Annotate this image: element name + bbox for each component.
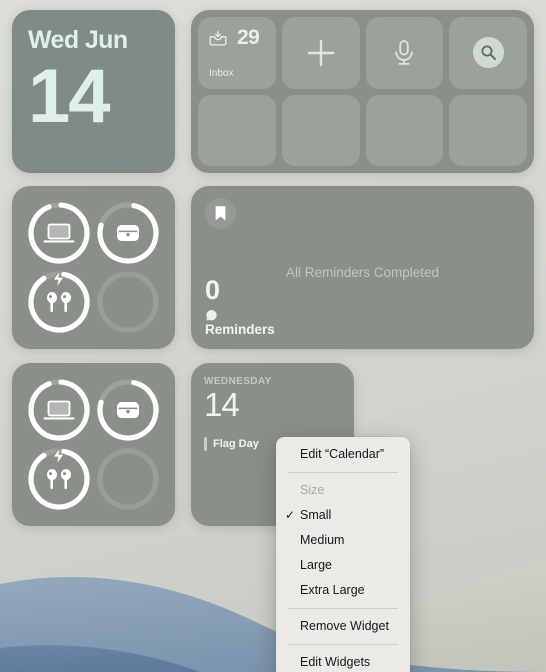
menu-label-edit-widgets: Edit Widgets [300,655,371,669]
menu-check-small: ✓ [285,508,296,522]
search-icon [481,45,496,61]
menu-separator-2 [288,608,398,609]
reminders-list-name: Reminders [205,321,275,337]
menu-item-edit-widgets[interactable]: Edit Widgets [276,650,410,672]
plus-icon [307,39,334,66]
calendar-event-title: Flag Day [213,437,259,450]
inbox-count: 29 [237,26,260,49]
shortcut-tile-new[interactable] [281,17,360,89]
widget-layer: Wed Jun 14 29 Inbox All Reminders Comple… [0,0,546,672]
charging-bolt-icon [49,445,67,471]
shortcut-tile-empty-2[interactable] [281,94,360,166]
menu-label-large: Large [300,558,332,572]
shortcut-tile-inbox[interactable]: 29 Inbox [198,17,276,89]
shortcut-tile-dictation[interactable] [365,17,444,89]
menu-label-medium: Medium [300,533,345,547]
menu-item-edit-calendar[interactable]: Edit “Calendar” [276,442,410,467]
battery-item-airpods [26,268,92,336]
calendar-event-color-bar [204,436,207,451]
battery-item-airpods-2 [26,445,92,513]
menu-item-medium[interactable]: Medium [276,528,410,553]
menu-separator-1 [288,472,398,473]
menu-label-extra-large: Extra Large [300,583,365,597]
date-day-number: 14 [28,54,111,139]
shortcut-tile-empty-3[interactable] [365,94,444,166]
airpods-case-icon [113,221,143,245]
shortcut-tile-empty-4[interactable] [449,94,527,166]
date-day-of-week: Wed Jun [28,26,128,54]
reminders-list-dot-icon [206,309,217,321]
battery-item-empty [96,270,162,336]
reminders-list-name-row: Reminders [205,307,297,337]
menu-item-small[interactable]: ✓ Small [276,503,410,528]
battery-item-laptop [26,200,92,266]
widget-shortcuts[interactable]: 29 Inbox [191,10,534,173]
laptop-icon [42,221,76,245]
reminders-summary: 0 Reminders [205,274,297,337]
microphone-icon [395,39,414,65]
battery-ring-empty-2 [97,448,159,510]
laptop-icon [42,398,76,422]
widget-date[interactable]: Wed Jun 14 [12,10,175,173]
airpods-case-icon [113,398,143,422]
charging-bolt-icon [49,268,67,294]
inbox-top-row: 29 [208,26,266,50]
menu-header-size: Size [276,478,410,503]
battery-item-airpods-case-2 [96,377,162,443]
desktop-screen: Wed Jun 14 29 Inbox All Reminders Comple… [0,0,546,672]
inbox-tray-icon [209,30,227,46]
widget-batteries-2[interactable] [12,363,175,526]
reminders-list-badge [205,198,236,229]
search-button-circle[interactable] [472,37,504,69]
menu-label-remove-widget: Remove Widget [300,619,389,633]
menu-label-size: Size [300,483,325,497]
inbox-label: Inbox [209,67,234,79]
battery-ring-empty [97,271,159,333]
menu-label-small: Small [300,508,332,522]
battery-item-empty-2 [96,447,162,513]
battery-item-laptop-2 [26,377,92,443]
menu-item-large[interactable]: Large [276,553,410,578]
shortcut-tile-search[interactable] [449,17,527,89]
shortcut-tile-empty-1[interactable] [198,94,276,166]
menu-item-remove-widget[interactable]: Remove Widget [276,614,410,639]
calendar-day-number: 14 [204,386,240,423]
widget-reminders[interactable]: All Reminders Completed 0 Reminders [191,186,534,349]
reminders-count: 0 [205,274,220,305]
menu-item-extra-large[interactable]: Extra Large [276,578,410,603]
menu-separator-3 [288,644,398,645]
bookmark-icon [215,206,226,221]
widget-batteries-1[interactable] [12,186,175,349]
widget-context-menu[interactable]: Edit “Calendar” Size ✓ Small Medium Larg… [276,437,410,672]
battery-item-airpods-case [96,200,162,266]
menu-label-edit-calendar: Edit “Calendar” [300,447,385,461]
